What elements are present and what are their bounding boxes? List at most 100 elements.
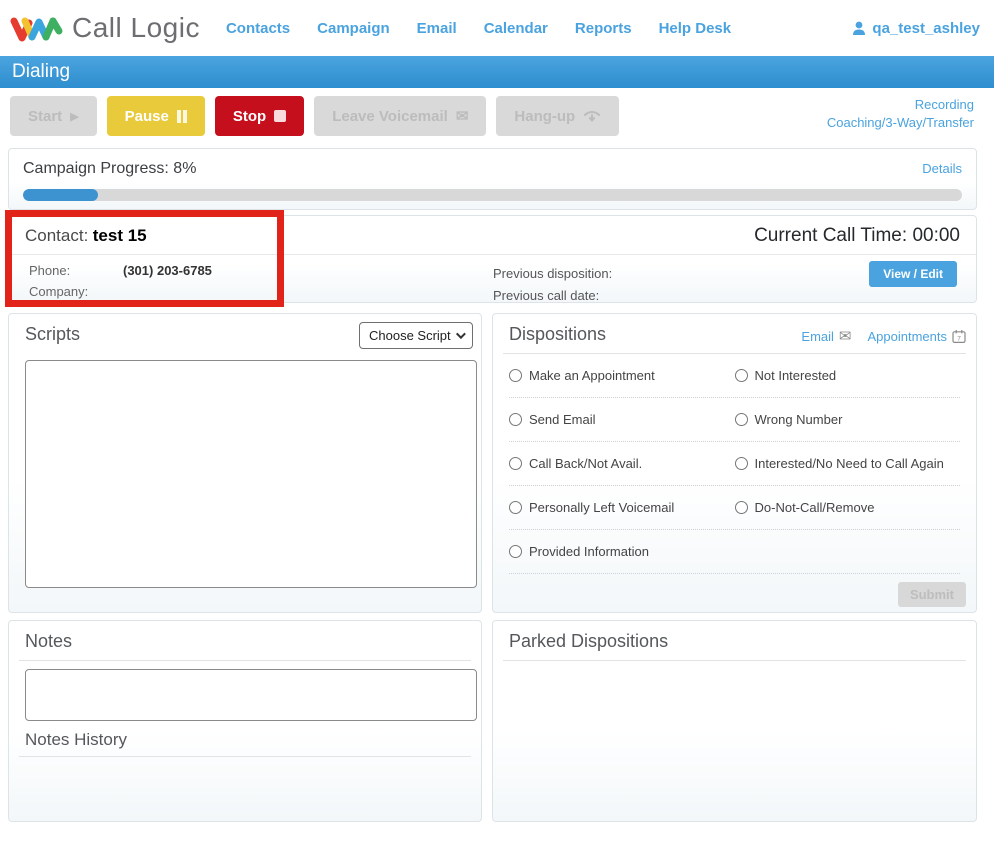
campaign-progress-bar xyxy=(23,189,962,201)
pause-button-label: Pause xyxy=(125,108,169,125)
radio-icon[interactable] xyxy=(735,457,748,470)
nav-calendar[interactable]: Calendar xyxy=(484,20,548,37)
stop-button-label: Stop xyxy=(233,108,266,125)
nav-help-desk[interactable]: Help Desk xyxy=(659,20,732,37)
call-logic-app: Call Logic Contacts Campaign Email Calen… xyxy=(0,0,994,844)
scripts-title: Scripts xyxy=(25,324,80,344)
campaign-progress-panel: Campaign Progress: 8% Details xyxy=(8,148,977,210)
top-header: Call Logic Contacts Campaign Email Calen… xyxy=(0,0,994,56)
radio-icon[interactable] xyxy=(509,457,522,470)
call-time-value: 00:00 xyxy=(912,225,960,246)
dispositions-header: Dispositions Email ✉ Appointments xyxy=(493,314,976,353)
disposition-row: Personally Left Voicemail Do-Not-Call/Re… xyxy=(509,486,960,530)
contact-panel: Contact: test 15 Current Call Time: 00:0… xyxy=(8,215,977,303)
script-textarea[interactable] xyxy=(25,360,477,588)
radio-icon[interactable] xyxy=(735,369,748,382)
disposition-option[interactable]: Not Interested xyxy=(735,368,961,383)
calendar-icon: 7 xyxy=(952,329,966,344)
contact-details: Phone: (301) 203-6785 Company: Previous … xyxy=(9,255,976,299)
call-toolbar: Start ▶ Pause Stop Leave Voicemail ✉ Han… xyxy=(10,96,984,136)
chevron-down-icon xyxy=(456,329,466,339)
submit-button[interactable]: Submit xyxy=(898,582,966,607)
details-link[interactable]: Details xyxy=(922,161,962,176)
email-link[interactable]: Email ✉ xyxy=(801,327,851,345)
disposition-row: Call Back/Not Avail. Interested/No Need … xyxy=(509,442,960,486)
current-call-time: Current Call Time: 00:00 xyxy=(754,225,960,247)
nav-campaign[interactable]: Campaign xyxy=(317,20,390,37)
campaign-progress-value: 8% xyxy=(173,160,196,177)
radio-icon[interactable] xyxy=(509,545,522,558)
nav-reports[interactable]: Reports xyxy=(575,20,632,37)
choose-script-select[interactable]: Choose Script xyxy=(359,322,473,349)
leave-voicemail-button[interactable]: Leave Voicemail ✉ xyxy=(314,96,486,136)
radio-icon[interactable] xyxy=(735,413,748,426)
call-logic-logo[interactable]: Call Logic xyxy=(10,12,200,44)
disposition-option[interactable]: Call Back/Not Avail. xyxy=(509,456,735,471)
dialing-bar: Dialing xyxy=(0,56,994,88)
divider xyxy=(19,756,471,757)
nav-contacts[interactable]: Contacts xyxy=(226,20,290,37)
parked-header: Parked Dispositions xyxy=(493,621,976,660)
main-row-1: Scripts Choose Script Dispositions Email… xyxy=(8,313,977,613)
user-menu[interactable]: qa_test_ashley xyxy=(852,20,980,37)
svg-text:7: 7 xyxy=(957,335,961,342)
campaign-progress-label: Campaign Progress: 8% xyxy=(23,160,962,178)
disposition-row: Provided Information xyxy=(509,530,960,574)
email-envelope-icon: ✉ xyxy=(839,327,852,345)
disposition-option[interactable]: Send Email xyxy=(509,412,735,427)
submit-row: Submit xyxy=(493,574,976,607)
stop-button[interactable]: Stop xyxy=(215,96,304,136)
pause-button[interactable]: Pause xyxy=(107,96,205,136)
radio-icon[interactable] xyxy=(509,369,522,382)
radio-icon[interactable] xyxy=(735,501,748,514)
appointments-link[interactable]: Appointments 7 xyxy=(868,329,967,344)
hang-up-button[interactable]: Hang-up xyxy=(496,96,619,136)
page-title: Dialing xyxy=(12,61,70,83)
company-label: Company: xyxy=(29,284,123,299)
main-nav: Contacts Campaign Email Calendar Reports… xyxy=(226,20,731,37)
coaching-transfer-link[interactable]: Coaching/3-Way/Transfer xyxy=(827,114,974,132)
radio-icon[interactable] xyxy=(509,501,522,514)
start-button-label: Start xyxy=(28,108,62,125)
disposition-row: Send Email Wrong Number xyxy=(509,398,960,442)
stop-icon xyxy=(274,110,286,122)
parked-dispositions-title: Parked Dispositions xyxy=(509,631,668,651)
previous-call-info: Previous disposition: Previous call date… xyxy=(493,263,612,307)
pause-icon xyxy=(177,110,181,123)
disposition-option[interactable]: Interested/No Need to Call Again xyxy=(735,456,961,471)
scripts-panel: Scripts Choose Script xyxy=(8,313,482,613)
dispositions-panel: Dispositions Email ✉ Appointments xyxy=(492,313,977,613)
disposition-option[interactable]: Provided Information xyxy=(509,544,735,559)
previous-disposition-label: Previous disposition: xyxy=(493,263,612,285)
dispositions-title: Dispositions xyxy=(509,324,606,344)
recording-link[interactable]: Recording xyxy=(827,96,974,114)
hang-up-label: Hang-up xyxy=(514,108,575,125)
disposition-option[interactable]: Make an Appointment xyxy=(509,368,735,383)
phone-value: (301) 203-6785 xyxy=(123,263,212,278)
start-button[interactable]: Start ▶ xyxy=(10,96,97,136)
contact-name: test 15 xyxy=(93,226,147,245)
play-icon: ▶ xyxy=(70,110,78,123)
disposition-option[interactable]: Wrong Number xyxy=(735,412,961,427)
radio-icon[interactable] xyxy=(509,413,522,426)
scripts-header: Scripts Choose Script xyxy=(9,314,481,353)
leave-voicemail-label: Leave Voicemail xyxy=(332,108,448,125)
nav-email[interactable]: Email xyxy=(417,20,457,37)
username: qa_test_ashley xyxy=(872,20,980,37)
disposition-option[interactable]: Personally Left Voicemail xyxy=(509,500,735,515)
notes-panel: Notes Notes History xyxy=(8,620,482,822)
logo-mark-icon xyxy=(10,13,64,43)
divider xyxy=(503,660,966,661)
previous-call-date-label: Previous call date: xyxy=(493,285,612,307)
notes-title: Notes xyxy=(25,631,72,651)
view-edit-button[interactable]: View / Edit xyxy=(869,261,957,287)
main-row-2: Notes Notes History Parked Dispositions xyxy=(8,620,977,822)
toolbar-links: Recording Coaching/3-Way/Transfer xyxy=(827,96,974,132)
disposition-option[interactable]: Do-Not-Call/Remove xyxy=(735,500,961,515)
notes-header: Notes xyxy=(9,621,481,660)
user-icon xyxy=(852,21,866,36)
notes-textarea[interactable] xyxy=(25,669,477,721)
voicemail-envelope-icon: ✉ xyxy=(456,107,469,125)
hang-up-icon xyxy=(583,110,601,123)
disposition-row: Make an Appointment Not Interested xyxy=(509,354,960,398)
